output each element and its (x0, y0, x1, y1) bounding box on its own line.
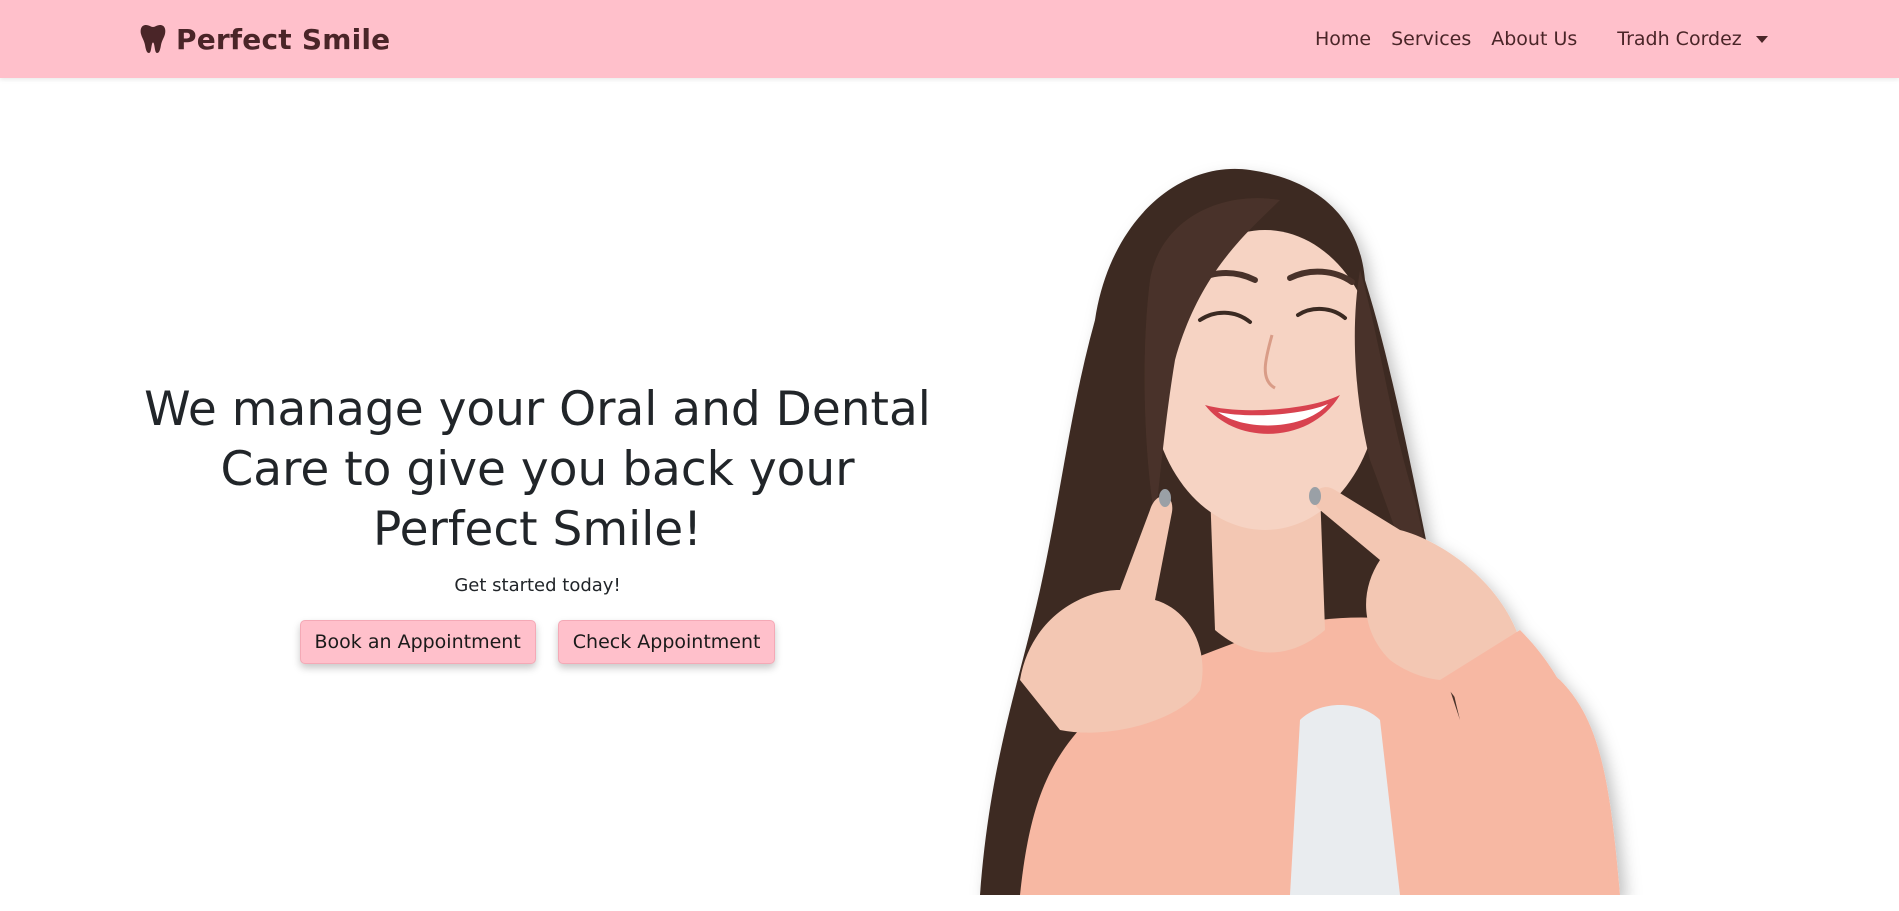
book-appointment-button[interactable]: Book an Appointment (299, 620, 536, 664)
smiling-woman-illustration (980, 168, 1620, 895)
nav-link-services[interactable]: Services (1381, 28, 1481, 50)
check-appointment-button[interactable]: Check Appointment (557, 620, 776, 664)
nav-link-about[interactable]: About Us (1481, 28, 1587, 50)
hero-subtitle: Get started today! (454, 575, 621, 596)
brand-link[interactable]: Perfect Smile (140, 0, 390, 78)
user-name: Tradh Cordez (1617, 28, 1742, 50)
tooth-icon (140, 24, 166, 54)
nav-link-home[interactable]: Home (1305, 28, 1381, 50)
hero-title: We manage your Oral and Dental Care to g… (144, 382, 931, 557)
hero-buttons: Book an Appointment Check Appointment (140, 620, 935, 664)
caret-down-icon (1755, 35, 1768, 43)
navbar: Perfect Smile Home Services About Us Tra… (0, 0, 1899, 78)
brand-name: Perfect Smile (176, 22, 391, 56)
nav-links: Home Services About Us Tradh Cordez (1305, 0, 1768, 78)
user-dropdown[interactable]: Tradh Cordez (1617, 28, 1768, 50)
hero-image (960, 160, 1780, 895)
hero-section: We manage your Oral and Dental Care to g… (140, 380, 935, 664)
